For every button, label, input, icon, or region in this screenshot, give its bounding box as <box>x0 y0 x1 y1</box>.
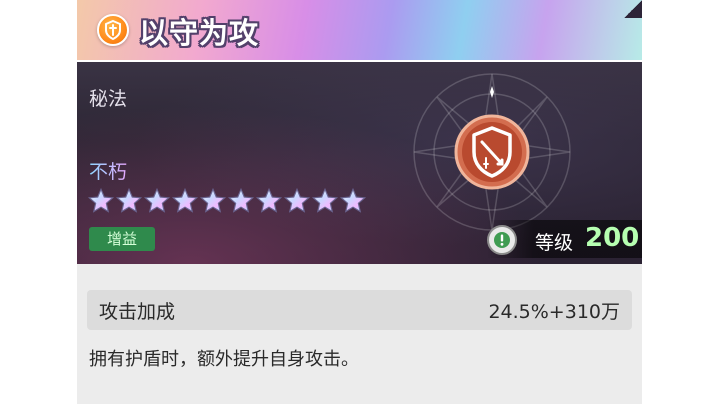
star-rating <box>87 187 367 215</box>
star-icon <box>283 187 311 213</box>
level-value: 200 <box>585 223 640 253</box>
star-icon <box>115 187 143 213</box>
skill-category: 秘法 <box>89 88 128 110</box>
star-icon <box>255 187 283 213</box>
stat-value: 24.5%+310万 <box>488 301 620 323</box>
skill-header: 以守为攻 <box>77 0 642 62</box>
skill-title: 以守为攻 <box>139 16 260 50</box>
info-icon[interactable] <box>487 225 517 255</box>
level-label: 等级 <box>535 232 574 254</box>
shield-sword-icon <box>97 14 129 46</box>
skill-card: 以守为攻 秘法 不朽 增益 等级 200 攻击加成 24.5%+310万 拥有护… <box>77 0 642 404</box>
star-icon <box>171 187 199 213</box>
skill-description: 拥有护盾时，额外提升自身攻击。 <box>89 349 359 370</box>
star-icon <box>87 187 115 213</box>
star-icon <box>143 187 171 213</box>
star-icon <box>311 187 339 213</box>
star-icon <box>339 187 367 213</box>
buff-tag: 增益 <box>89 227 155 251</box>
stat-row: 攻击加成 24.5%+310万 <box>87 290 632 330</box>
star-icon <box>227 187 255 213</box>
star-icon <box>199 187 227 213</box>
stat-name: 攻击加成 <box>99 301 176 323</box>
skill-rarity: 不朽 <box>89 157 127 184</box>
